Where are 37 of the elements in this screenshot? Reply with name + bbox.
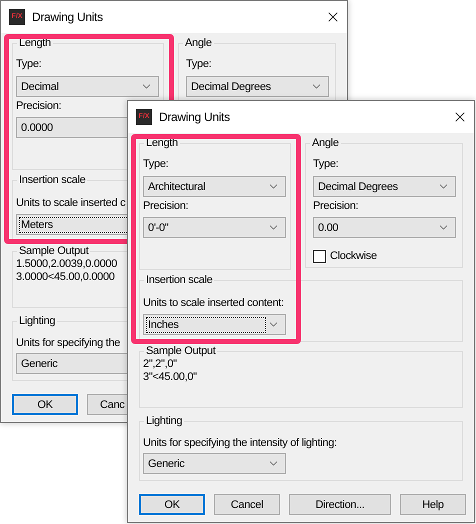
group-title: Lighting — [17, 314, 58, 328]
dropdown[interactable]: Generic — [143, 453, 286, 474]
dropdown[interactable]: Decimal — [16, 76, 159, 97]
field-label: Type: — [16, 57, 42, 71]
dropdown[interactable]: 0.00 — [313, 217, 456, 238]
dialog-button[interactable]: Help — [400, 494, 466, 515]
group-title: Lighting — [144, 414, 184, 428]
dialog-button[interactable]: Direction... — [289, 494, 391, 515]
group-title: Angle — [183, 36, 214, 50]
field-label: Units to scale inserted content: — [143, 296, 284, 310]
dropdown[interactable]: Architectural — [143, 176, 286, 197]
window-title: Drawing Units — [159, 110, 230, 124]
window-title: Drawing Units — [32, 10, 103, 24]
sample-output-line: 3"<45.00,0" — [143, 371, 197, 384]
checkbox[interactable] — [313, 250, 326, 262]
field-label: Units for specifying the intensity of lighting: — [143, 436, 337, 450]
group-title: Sample Output — [144, 344, 218, 358]
checkbox-label[interactable]: Clockwise — [330, 249, 377, 263]
field-label: Units to scale inserted c — [16, 196, 126, 210]
sample-output-line: 3.0000<45.00,0.0000 — [16, 271, 115, 284]
group-title: Sample Output — [17, 244, 90, 258]
sample-output-line: 1.5000,2.0039,0.0000 — [16, 258, 118, 271]
dropdown[interactable]: Inches — [143, 314, 286, 335]
dropdown[interactable]: 0'-0" — [143, 217, 286, 238]
field-label: Type: — [186, 57, 212, 71]
group-title: Angle — [310, 136, 341, 150]
dialog-button[interactable]: Cancel — [214, 494, 280, 515]
field-label: Precision: — [313, 199, 358, 213]
dialog-button[interactable]: OK — [139, 494, 205, 515]
field-label: Units for specifying the — [16, 336, 120, 350]
field-label: Type: — [313, 157, 338, 171]
dropdown[interactable]: Decimal Degrees — [186, 76, 329, 97]
field-label: Precision: — [143, 199, 188, 213]
dialog-button[interactable]: OK — [12, 394, 78, 415]
field-label: Precision: — [16, 99, 62, 113]
field-label: Type: — [143, 157, 168, 171]
dropdown[interactable]: Decimal Degrees — [313, 176, 456, 197]
